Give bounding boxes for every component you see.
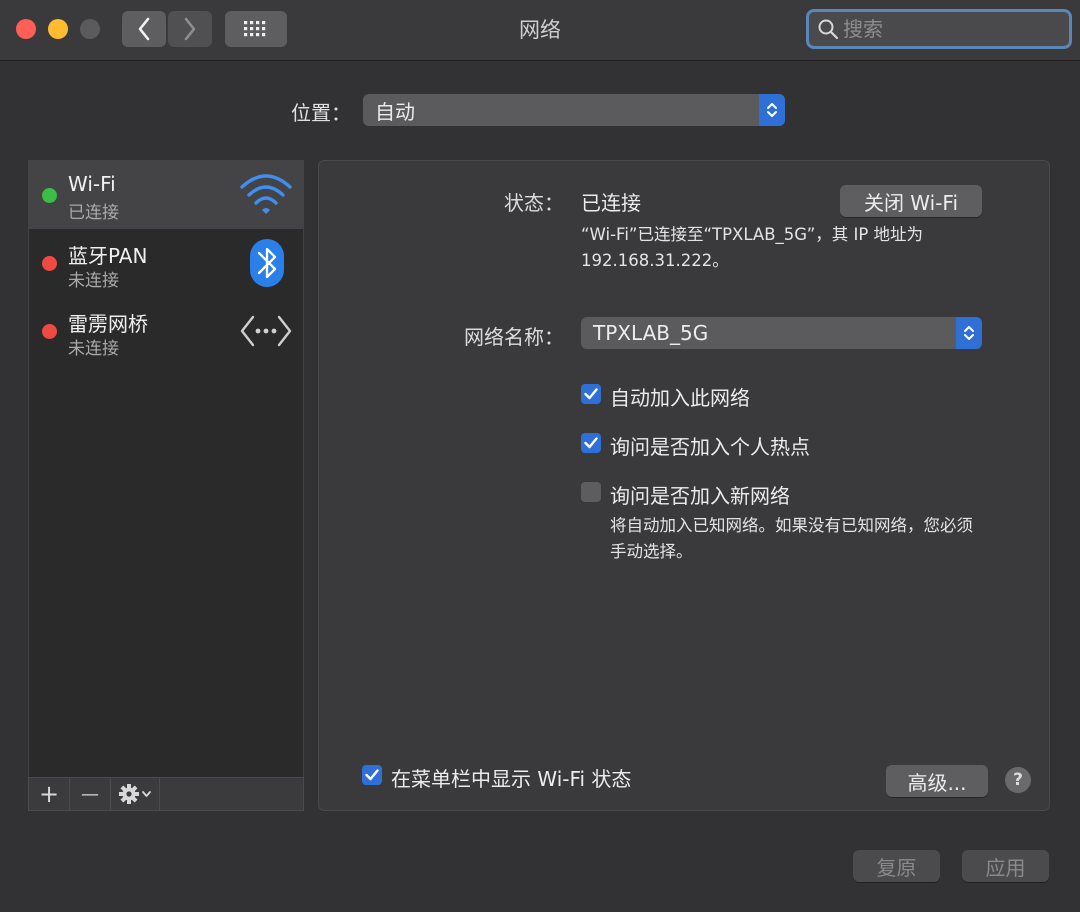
chevron-right-icon [184, 17, 196, 41]
service-item-bluetooth-pan[interactable]: 蓝牙PAN 未连接 [29, 229, 303, 297]
ask-new-network-label[interactable]: 询问是否加入新网络 [610, 480, 790, 509]
status-value: 已连接 [581, 191, 641, 215]
back-button[interactable] [122, 11, 166, 47]
checkmark-icon [584, 437, 598, 449]
service-name: Wi-Fi [68, 172, 116, 196]
location-stepper [759, 94, 785, 126]
help-button[interactable]: ? [1005, 767, 1031, 793]
service-status: 未连接 [68, 271, 119, 291]
location-label: 位置： [291, 101, 351, 125]
forward-button[interactable] [168, 11, 212, 47]
chevron-left-icon [138, 17, 150, 41]
service-name: 蓝牙PAN [68, 244, 148, 268]
service-name: 雷雳网桥 [68, 312, 148, 336]
service-item-thunderbolt-bridge[interactable]: 雷雳网桥 未连接 [29, 297, 303, 365]
ask-new-description-line2: 手动选择。 [610, 542, 693, 561]
grid-icon [244, 21, 266, 37]
status-dot [42, 256, 57, 271]
sidebar-toolbar: + — [28, 777, 304, 811]
show-all-button[interactable] [225, 11, 287, 47]
network-name-value: TPXLAB_5G [593, 321, 709, 345]
gear-icon [119, 784, 151, 804]
checkmark-icon [584, 388, 598, 400]
service-list: Wi-Fi 已连接 蓝牙PAN 未连接 雷雳网桥 未连接 [28, 160, 304, 778]
search-icon [818, 19, 839, 40]
remove-service-button[interactable]: — [70, 778, 111, 810]
status-description: “Wi-Fi”已连接至“TPXLAB_5G”，其 IP 地址为 192.168.… [581, 222, 923, 274]
minus-icon: — [81, 783, 99, 805]
ask-new-network-checkbox[interactable] [581, 482, 601, 502]
show-in-menubar-checkbox[interactable] [362, 765, 382, 785]
turn-off-wifi-button[interactable]: 关闭 Wi-Fi [840, 185, 982, 217]
service-status: 已连接 [68, 203, 119, 223]
show-in-menubar-label[interactable]: 在菜单栏中显示 Wi-Fi 状态 [391, 763, 631, 792]
network-name-select[interactable]: TPXLAB_5G [581, 317, 982, 349]
ask-new-description-line1: 将自动加入已知网络。如果没有已知网络，您必须 [610, 516, 973, 535]
status-dot [42, 188, 57, 203]
advanced-button[interactable]: 高级... [886, 765, 988, 797]
revert-button[interactable]: 复原 [853, 850, 940, 882]
thunderbolt-bridge-icon [240, 315, 292, 347]
location-value: 自动 [375, 99, 415, 124]
ask-new-network-description: 将自动加入已知网络。如果没有已知网络，您必须 手动选择。 [610, 513, 973, 565]
add-service-button[interactable]: + [29, 778, 70, 810]
status-description-line1: “Wi-Fi”已连接至“TPXLAB_5G”，其 IP 地址为 [581, 225, 924, 244]
bluetooth-icon [250, 239, 284, 287]
service-actions-menu[interactable] [111, 778, 160, 810]
status-description-line2: 192.168.31.222。 [581, 251, 729, 270]
service-status: 未连接 [68, 339, 119, 359]
search-input[interactable] [839, 17, 1043, 41]
wifi-icon [240, 174, 292, 214]
checkmark-icon [365, 769, 379, 781]
auto-join-label[interactable]: 自动加入此网络 [610, 382, 750, 411]
status-label: 状态： [504, 191, 564, 215]
plus-icon: + [38, 780, 60, 808]
search-field[interactable] [806, 9, 1072, 49]
network-name-label: 网络名称： [464, 325, 564, 349]
service-item-wifi[interactable]: Wi-Fi 已连接 [29, 161, 303, 229]
auto-join-checkbox[interactable] [581, 384, 601, 404]
apply-button[interactable]: 应用 [962, 850, 1049, 882]
ask-hotspot-checkbox[interactable] [581, 433, 601, 453]
chevron-updown-icon [767, 103, 777, 117]
minimize-window-button[interactable] [48, 19, 68, 39]
status-dot [42, 324, 57, 339]
zoom-window-button[interactable] [80, 19, 100, 39]
location-select[interactable]: 自动 [363, 94, 785, 126]
ask-hotspot-label[interactable]: 询问是否加入个人热点 [610, 431, 810, 460]
network-name-stepper [956, 317, 982, 349]
chevron-updown-icon [964, 326, 974, 340]
close-window-button[interactable] [16, 19, 36, 39]
